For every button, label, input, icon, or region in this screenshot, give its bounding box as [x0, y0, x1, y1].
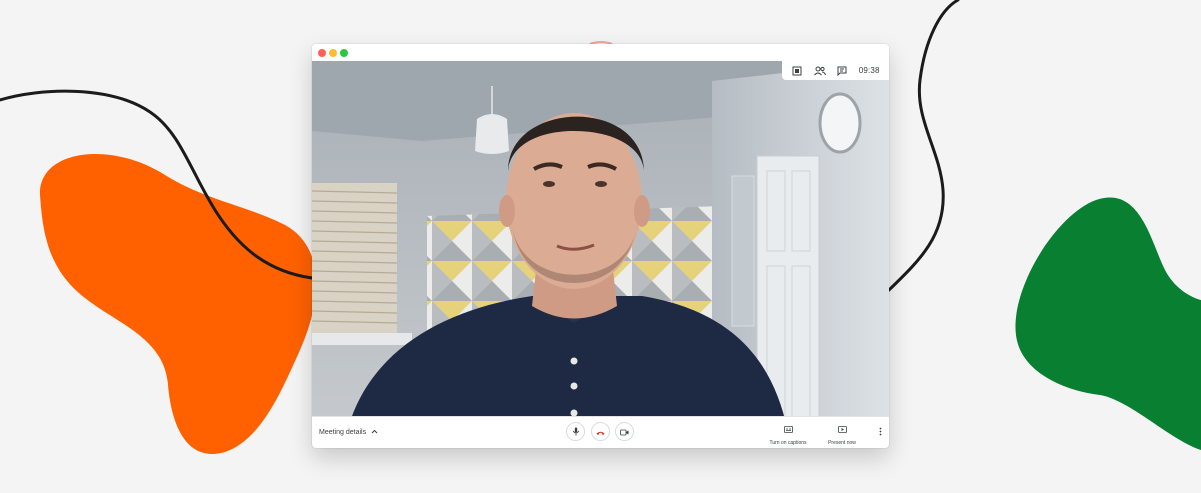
- meeting-details-label: Meeting details: [319, 429, 367, 436]
- more-vert-icon: [879, 423, 882, 441]
- window-titlebar: [312, 44, 889, 61]
- chevron-up-icon: [371, 429, 378, 436]
- present-screen-icon: [837, 420, 847, 438]
- participant-video: [312, 61, 889, 448]
- layout-icon[interactable]: [791, 65, 803, 77]
- captions-icon: [783, 420, 793, 438]
- end-call-button[interactable]: [591, 422, 610, 441]
- window-minimize-button[interactable]: [329, 49, 337, 57]
- camera-icon: [620, 423, 629, 441]
- orange-blob: [39, 153, 317, 454]
- right-scribble: [887, 0, 960, 292]
- meeting-details-button[interactable]: Meeting details: [319, 417, 378, 448]
- chat-icon[interactable]: [836, 65, 848, 77]
- turn-on-captions-button[interactable]: Turn on captions: [766, 420, 810, 446]
- camera-button[interactable]: [615, 422, 634, 441]
- participants-icon[interactable]: [813, 65, 826, 77]
- meeting-controls-bar: Meeting details Turn on captions Present…: [312, 416, 889, 448]
- green-blob: [1015, 197, 1201, 450]
- microphone-icon: [572, 423, 580, 441]
- meeting-window: 09:38 Meeting details Turn on captions P…: [312, 44, 889, 448]
- end-call-icon: [596, 423, 605, 441]
- meeting-clock: 09:38: [858, 66, 880, 75]
- microphone-button[interactable]: [566, 422, 585, 441]
- more-options-button[interactable]: [876, 425, 884, 439]
- present-now-label: Present now: [828, 440, 856, 446]
- captions-label: Turn on captions: [769, 440, 807, 446]
- window-zoom-button[interactable]: [340, 49, 348, 57]
- present-now-button[interactable]: Present now: [820, 420, 864, 446]
- window-close-button[interactable]: [318, 49, 326, 57]
- meeting-top-bar: 09:38: [782, 61, 889, 80]
